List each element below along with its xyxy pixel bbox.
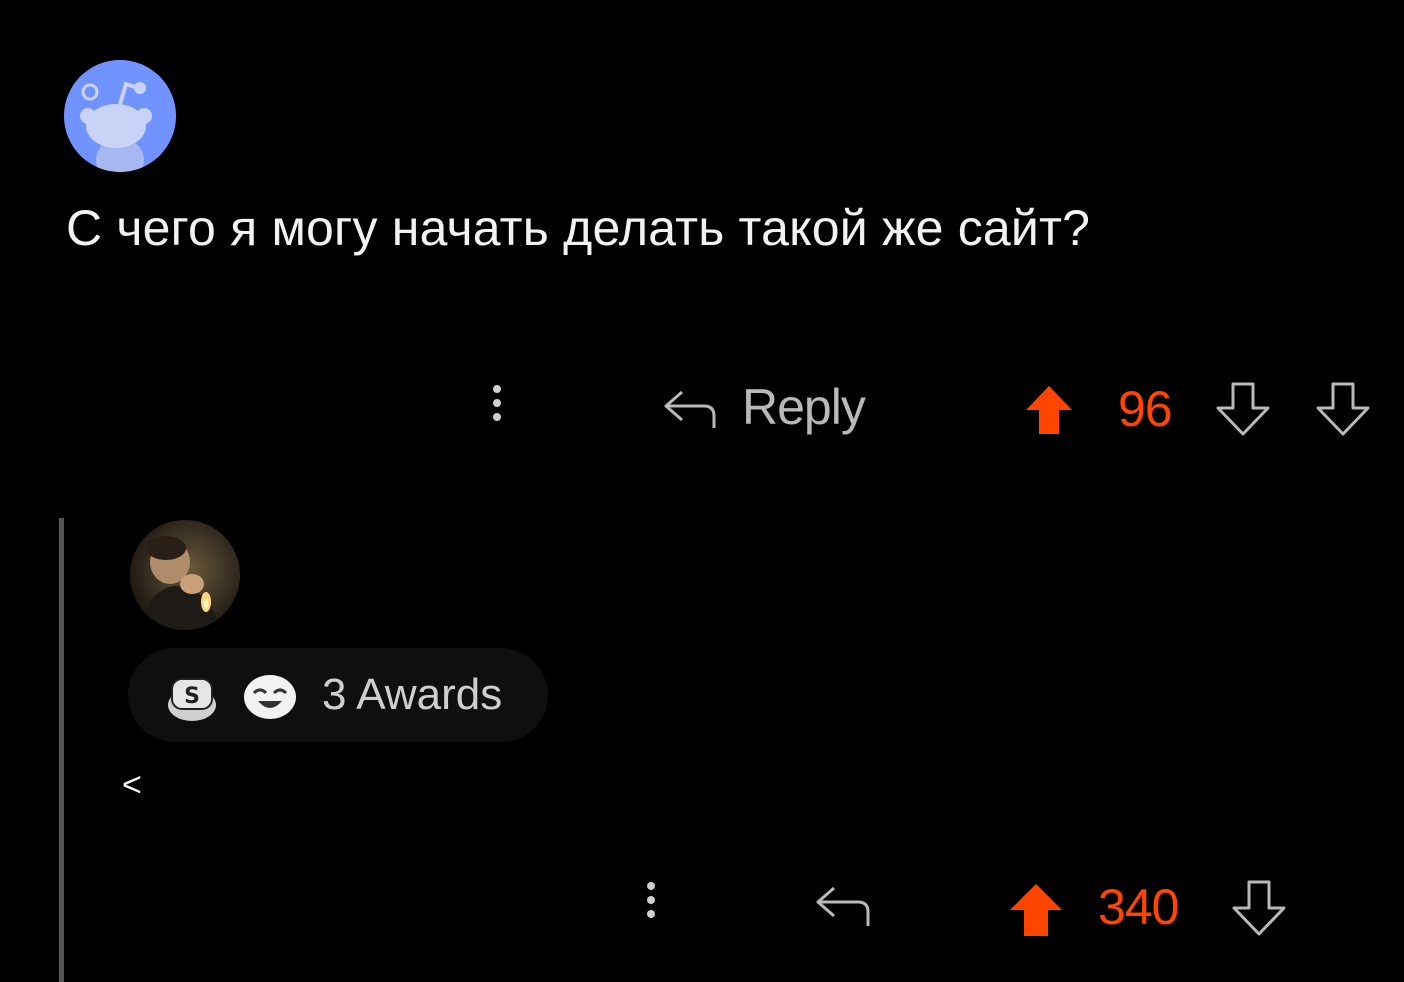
comment-body: С чего я могу начать делать такой же сай… [66,200,1091,256]
downvote-arrow-icon[interactable] [1312,380,1374,438]
comment-body: < [122,766,142,804]
svg-text:S: S [184,684,200,709]
laughing-face-award-icon [244,675,296,719]
thread-collapse-line[interactable] [59,518,64,982]
awards-count-label: 3 Awards [322,670,503,719]
vote-score: 96 [1118,381,1173,437]
more-options-icon[interactable] [492,385,502,421]
awards-bar[interactable]: S 3 Awards [128,648,548,742]
upvote-arrow-icon[interactable] [1024,384,1074,436]
more-options-icon[interactable] [646,882,656,918]
reply-label: Reply [742,379,866,435]
downvote-arrow-icon[interactable] [1212,380,1274,438]
vote-score: 340 [1098,879,1179,935]
user-photo-icon [130,520,240,630]
snoo-icon [64,60,176,172]
upvote-arrow-icon[interactable] [1008,882,1064,938]
reply-button[interactable]: Reply [660,378,866,436]
user-avatar-snoo[interactable] [64,60,176,172]
reply-arrow-icon [664,390,716,428]
downvote-arrow-icon[interactable] [1228,878,1290,938]
user-avatar-photo[interactable] [130,520,240,630]
silver-award-icon: S [168,678,216,721]
reply-arrow-icon[interactable] [810,880,876,930]
